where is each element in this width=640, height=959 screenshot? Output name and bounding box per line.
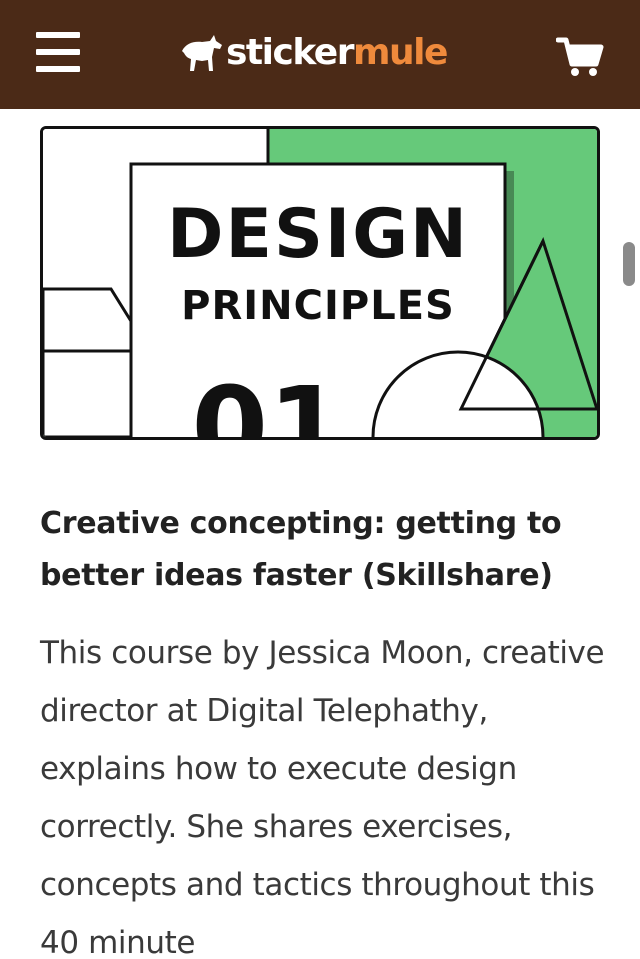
logo-text-primary: sticker (226, 32, 354, 73)
article-body: This course by Jessica Moon, creative di… (40, 635, 605, 959)
logo-text-accent: mule (352, 32, 448, 73)
hero-line-design: DESIGN (167, 195, 469, 274)
design-principles-hero-image: DESIGN PRINCIPLES 01 (40, 126, 600, 440)
vertical-scrollbar[interactable] (623, 242, 635, 286)
top-nav-bar: sticker mule (0, 0, 640, 109)
shopping-cart-icon[interactable] (555, 36, 604, 78)
hero-line-principles: PRINCIPLES (181, 283, 455, 329)
article-title: Creative concepting: getting to better i… (40, 506, 562, 593)
article-section: Creative concepting: getting to better i… (40, 498, 610, 959)
hero-number: 01 (191, 363, 344, 437)
hamburger-menu-icon[interactable] (36, 32, 82, 74)
sticker-mule-logo[interactable]: sticker mule (180, 28, 448, 78)
mule-icon (182, 35, 222, 71)
